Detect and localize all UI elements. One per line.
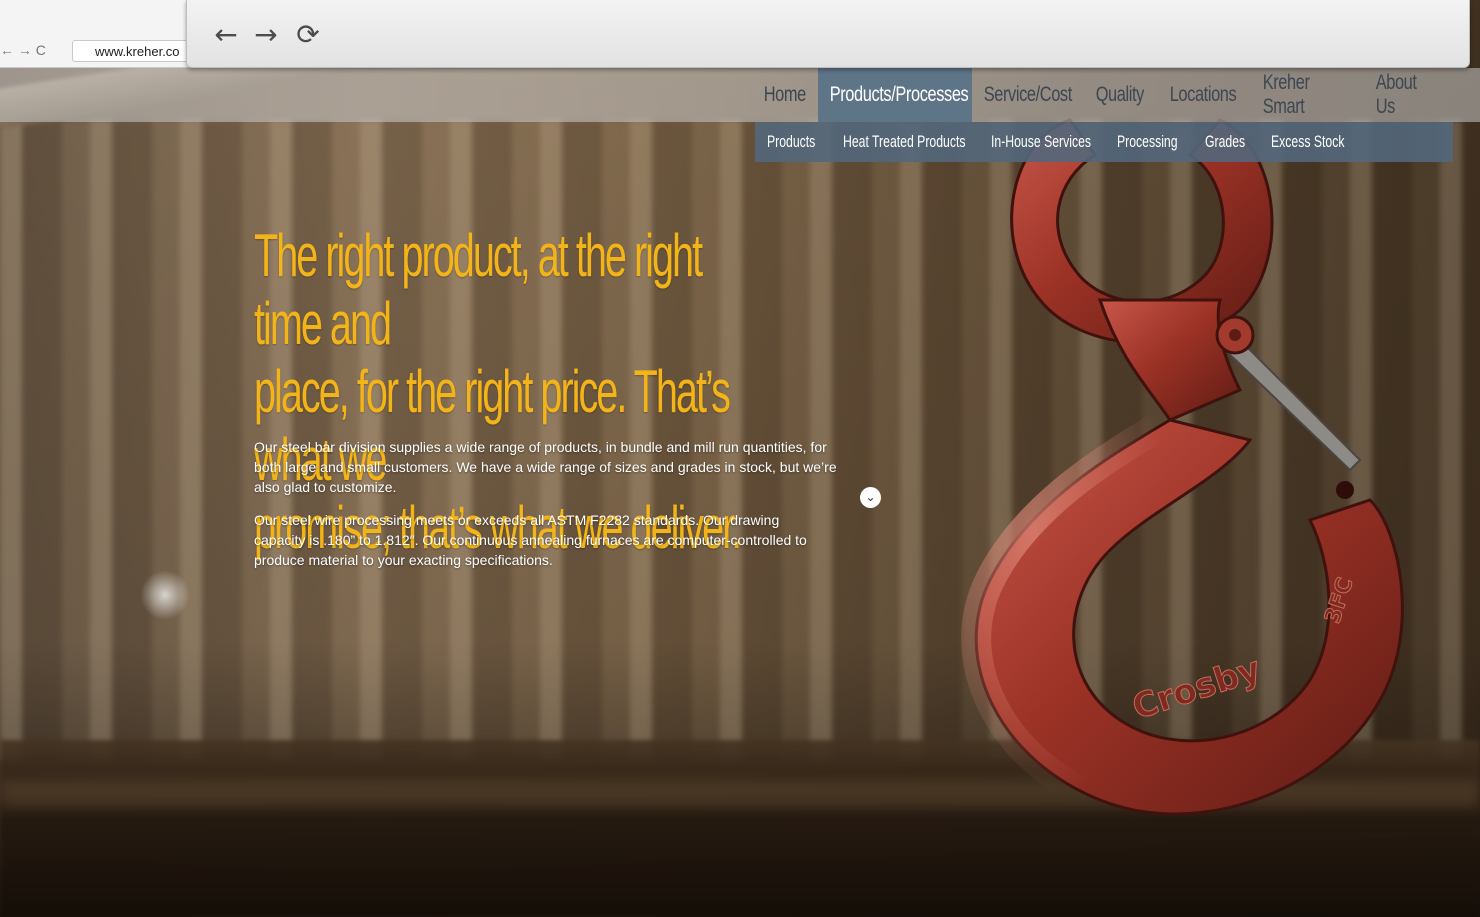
forward-button[interactable]: → (249, 18, 283, 52)
arrow-right-icon: → (254, 18, 278, 51)
subnav-item-excess-stock[interactable]: Excess Stock (1271, 122, 1361, 162)
background-browser-window: ← → C www.kreher.co (0, 0, 192, 68)
subnav-item-processing[interactable]: Processing (1117, 122, 1191, 162)
browser-toolbar: ← → ⟳ (186, 0, 1470, 68)
nav-item-locations[interactable]: Locations (1158, 68, 1251, 122)
nav-item-service-cost[interactable]: Service/Cost (972, 68, 1084, 122)
subnav-item-in-house-services[interactable]: In-House Services (991, 122, 1103, 162)
nav-item-label: Home (763, 83, 807, 106)
main-nav-items: Home Products/Processes Service/Cost Qua… (752, 68, 1452, 122)
arrow-left-icon: ← (214, 18, 238, 51)
nav-item-quality[interactable]: Quality (1084, 68, 1158, 122)
main-nav: Home Products/Processes Service/Cost Qua… (0, 68, 1480, 122)
back-button[interactable]: ← (209, 18, 243, 52)
nav-item-about-us[interactable]: About Us (1364, 68, 1452, 122)
nav-item-label: Service/Cost (983, 83, 1073, 106)
nav-item-label: Quality (1095, 83, 1145, 106)
hero-headline-line: The right product, at the right time and (254, 222, 703, 357)
nav-item-label: Locations (1169, 83, 1237, 106)
crane-hook-image: Crosby 3FC (961, 118, 1404, 816)
subnav-item-heat-treated-products[interactable]: Heat Treated Products (843, 122, 977, 162)
nav-item-products-processes[interactable]: Products/Processes (818, 68, 972, 122)
nav-item-home[interactable]: Home (752, 68, 818, 122)
reload-button[interactable]: ⟳ (291, 18, 325, 52)
subnav-item-label: Heat Treated Products (843, 132, 966, 151)
hook-brand-text: Crosby (1128, 649, 1266, 728)
nav-item-label: Products/Processes (829, 83, 969, 106)
subnav-item-label: In-House Services (991, 132, 1092, 151)
nav-item-label: Kreher Smart (1262, 71, 1310, 118)
subnav-item-grades[interactable]: Grades (1205, 122, 1257, 162)
hero-paragraph-steel-wire: Our steel wire processing meets or excee… (254, 512, 807, 568)
nav-item-kreher-smart[interactable]: Kreher Smart (1251, 68, 1364, 122)
subnav-item-label: Excess Stock (1271, 132, 1345, 151)
url-text: www.kreher.co (95, 44, 180, 59)
subnav-item-products[interactable]: Products (767, 122, 829, 162)
background-light (140, 570, 190, 620)
subnav-item-label: Grades (1205, 132, 1246, 151)
nav-item-label: About Us (1375, 71, 1417, 118)
sub-nav: Products Heat Treated Products In-House … (755, 122, 1453, 162)
hero-paragraph-steel-bar: Our steel bar division supplies a wide r… (254, 439, 837, 495)
chevron-down-icon: ⌄ (865, 490, 876, 504)
subnav-item-label: Products (767, 132, 816, 151)
reload-icon: ⟳ (296, 18, 320, 51)
scroll-down-button[interactable]: ⌄ (860, 487, 881, 508)
address-bar[interactable]: www.kreher.co (72, 40, 192, 62)
background-nav-arrows-icon: ← → C (0, 42, 46, 58)
subnav-item-label: Processing (1117, 132, 1178, 151)
